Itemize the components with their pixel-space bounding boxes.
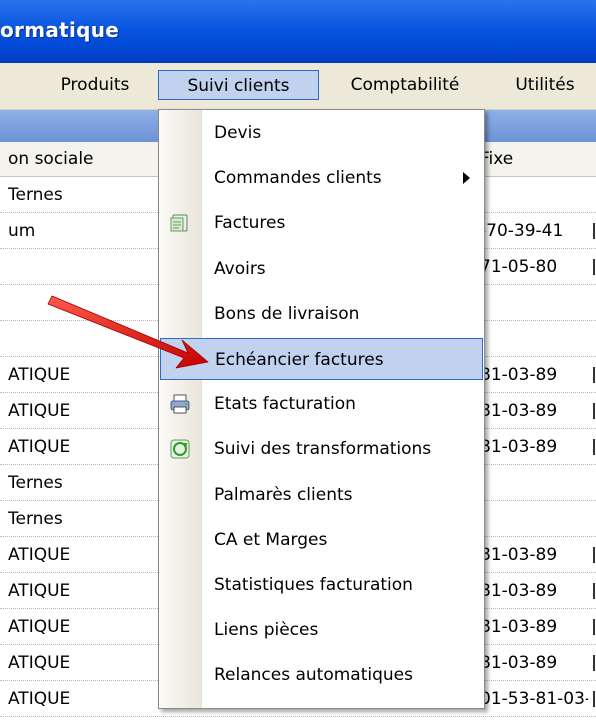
cell-raison-sociale: Ternes: [8, 185, 63, 205]
cell-raison-sociale: ATIQUE: [8, 545, 71, 565]
cell-fixe: 81-03-89: [480, 617, 558, 637]
menu-item-label: CA et Marges: [214, 529, 328, 550]
menu-item-suivi-des-transformations[interactable]: Suivi des transformations: [160, 428, 483, 470]
menu-item-commandes-clients[interactable]: Commandes clients: [160, 157, 483, 199]
menu-item-factures[interactable]: Factures: [160, 202, 483, 244]
title-bar: ormatique: [0, 0, 596, 63]
cell-edge-marker: [593, 691, 595, 707]
transform-icon: [169, 438, 191, 460]
cell-raison-sociale: [8, 321, 158, 357]
suivi-clients-dropdown: Devis Commandes clients Factures Avoirs Bons…: [158, 109, 485, 709]
menu-item-avoirs[interactable]: Avoirs: [160, 248, 483, 290]
cell-raison-sociale: ATIQUE: [8, 437, 71, 457]
menu-item-label: Echéancier factures: [215, 350, 384, 370]
menu-item-label: Palmarès clients: [214, 484, 353, 505]
menu-item-label: Statistiques facturation: [214, 575, 413, 595]
menu-item-label: Devis: [214, 123, 262, 143]
menu-item-label: Avoirs: [214, 258, 266, 279]
cell-raison-sociale: [8, 249, 158, 285]
cell-raison-sociale: ATIQUE: [8, 401, 71, 421]
menu-item-palmares-clients[interactable]: Palmarès clients: [160, 474, 483, 516]
menu-item-label: Relances automatiques: [214, 665, 413, 686]
cell-edge-marker: [593, 439, 595, 455]
cell-raison-sociale: um: [8, 221, 36, 241]
cell-edge-marker: [593, 367, 595, 383]
menu-item-echeancier-factures[interactable]: Echéancier factures: [160, 338, 483, 380]
cell-raison-sociale: ATIQUE: [8, 581, 71, 601]
menu-item-label: Commandes clients: [214, 168, 382, 189]
cell-raison-sociale: ATIQUE: [8, 689, 71, 709]
cell-fixe: 81-03-89: [480, 401, 558, 421]
cell-edge-marker: [593, 547, 595, 563]
menu-item-label: Bons de livraison: [214, 303, 360, 324]
cell-edge-marker: [593, 583, 595, 599]
cell-raison-sociale: ATIQUE: [8, 365, 71, 385]
cell-edge-marker: [593, 403, 595, 419]
menu-item-label: Suivi des transformations: [214, 439, 432, 460]
submenu-arrow-icon: [463, 172, 470, 185]
cell-fixe: [480, 465, 588, 501]
menu-item-relances-automatiques[interactable]: Relances automatiques: [160, 654, 483, 696]
menu-item-liens-pieces[interactable]: Liens pièces: [160, 609, 483, 651]
cell-fixe: [480, 501, 588, 537]
header-raison-sociale[interactable]: on sociale: [8, 142, 94, 176]
cell-edge-marker: [593, 259, 595, 275]
cell-fixe: -70-39-41: [480, 221, 564, 241]
menu-item-label: Factures: [214, 213, 286, 234]
menu-item-label: Etats facturation: [214, 394, 356, 415]
printer-icon: [169, 393, 191, 415]
cell-edge-marker: [593, 619, 595, 635]
cell-fixe: [480, 285, 588, 321]
cell-raison-sociale: [8, 285, 158, 321]
menu-utilites[interactable]: Utilités: [500, 70, 590, 100]
cell-fixe: 81-03-89: [480, 365, 558, 385]
menu-produits[interactable]: Produits: [40, 70, 150, 100]
cell-raison-sociale: Ternes: [8, 473, 63, 493]
cell-fixe: 81-03-89: [480, 437, 558, 457]
cell-edge-marker: [593, 655, 595, 671]
menu-item-devis[interactable]: Devis: [160, 112, 483, 154]
menu-item-statistiques-facturation[interactable]: Statistiques facturation: [160, 564, 483, 606]
menu-item-label: Liens pièces: [214, 620, 319, 641]
cell-fixe: 81-03-89: [480, 545, 558, 565]
cell-fixe: [480, 321, 588, 357]
cell-fixe: 81-03-89: [480, 581, 558, 601]
menu-item-etats-facturation[interactable]: Etats facturation: [160, 383, 483, 425]
cell-raison-sociale: Ternes: [8, 509, 63, 529]
cell-fixe: 01-53-81-03-89: [480, 689, 588, 709]
menu-item-ca-et-marges[interactable]: CA et Marges: [160, 519, 483, 561]
cell-raison-sociale: ATIQUE: [8, 653, 71, 673]
menu-comptabilite[interactable]: Comptabilité: [330, 70, 480, 100]
menu-suivi-clients[interactable]: Suivi clients: [158, 70, 319, 100]
cell-raison-sociale: ATIQUE: [8, 617, 71, 637]
cell-fixe: 71-05-80: [480, 257, 558, 277]
menu-item-bons-de-livraison[interactable]: Bons de livraison: [160, 293, 483, 335]
menu-bar: Produits Suivi clients Comptabilité Util…: [0, 63, 596, 110]
window-title: ormatique: [0, 18, 120, 42]
cell-edge-marker: [593, 223, 595, 239]
cell-fixe: 81-03-89: [480, 653, 558, 673]
invoice-icon: [169, 212, 191, 234]
cell-fixe: [480, 177, 588, 213]
